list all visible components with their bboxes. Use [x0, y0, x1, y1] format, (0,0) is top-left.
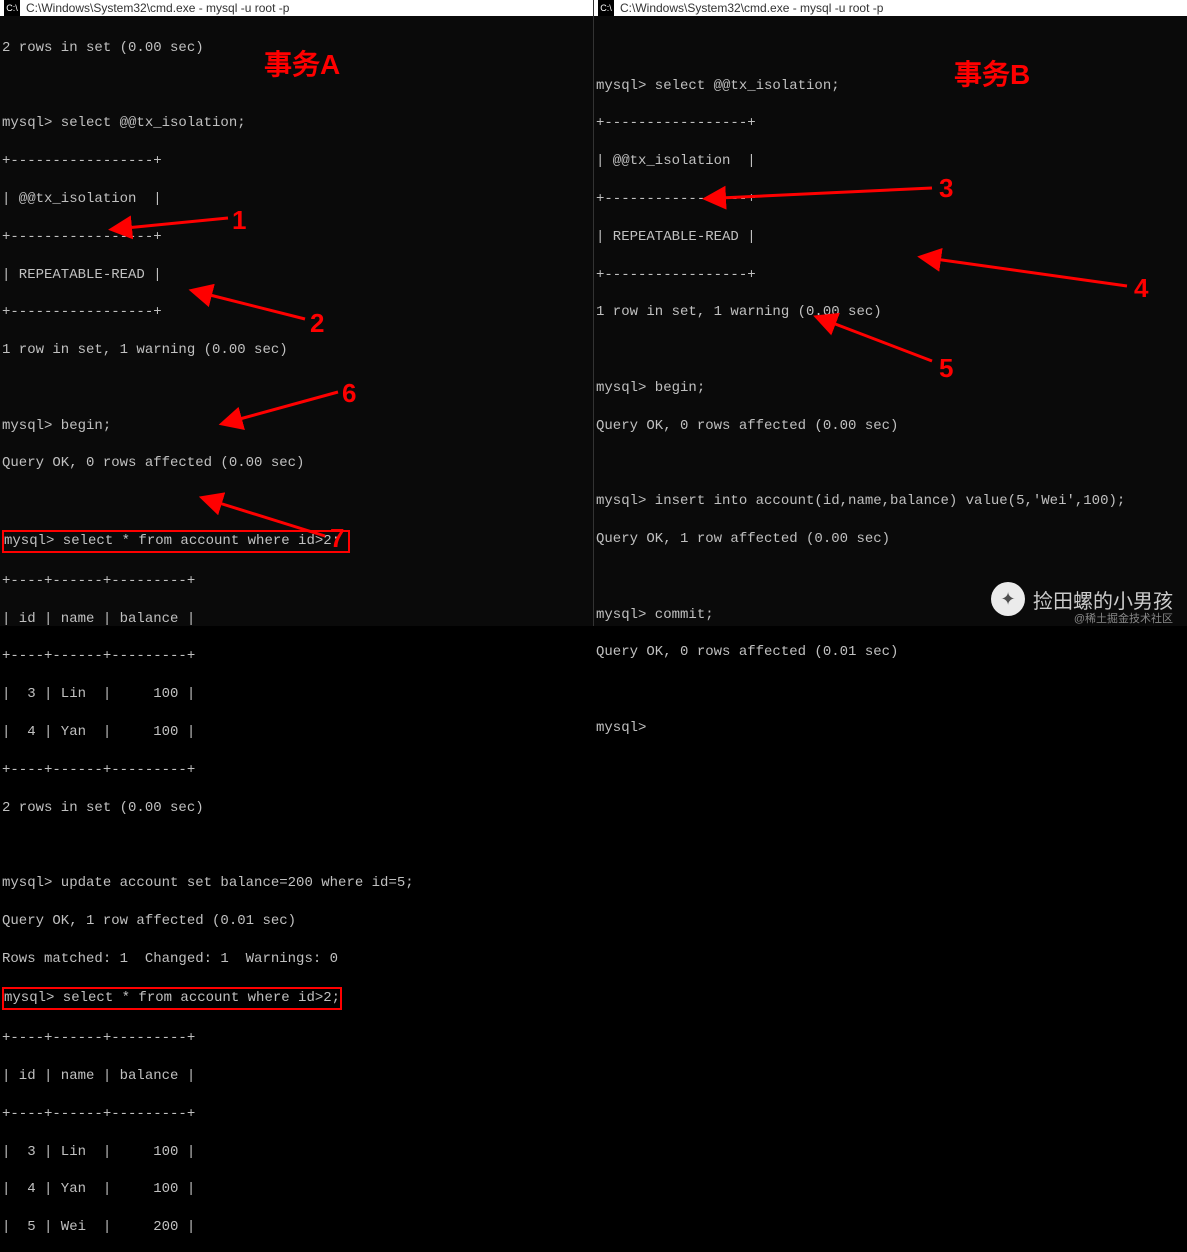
output-line: Query OK, 1 row affected (0.01 sec)	[2, 912, 591, 931]
output-line: | @@tx_isolation |	[596, 152, 1185, 171]
output-line	[596, 454, 1185, 473]
output-line: 2 rows in set (0.00 sec)	[2, 799, 591, 818]
output-line: +-----------------+	[2, 303, 591, 322]
highlighted-query-2: mysql> select * from account where id>2;	[2, 987, 342, 1010]
prompt: mysql>	[596, 719, 1185, 738]
output-line: Query OK, 0 rows affected (0.01 sec)	[596, 643, 1185, 662]
output-line: +----+------+---------+	[2, 572, 591, 591]
terminal-left: C:\ C:\Windows\System32\cmd.exe - mysql …	[0, 0, 594, 626]
titlebar-text: C:\Windows\System32\cmd.exe - mysql -u r…	[620, 1, 883, 15]
output-line: +-----------------+	[596, 190, 1185, 209]
highlighted-query-1: mysql> select * from account where id>2;	[2, 530, 350, 553]
output-line: Query OK, 0 rows affected (0.00 sec)	[2, 454, 591, 473]
output-line: | REPEATABLE-READ |	[2, 266, 591, 285]
titlebar-right[interactable]: C:\ C:\Windows\System32\cmd.exe - mysql …	[594, 0, 1187, 16]
table-header: | id | name | balance |	[2, 1067, 591, 1086]
terminal-body-left[interactable]: 2 rows in set (0.00 sec) mysql> select @…	[0, 16, 593, 1252]
output-line: +-----------------+	[596, 266, 1185, 285]
output-line	[2, 492, 591, 511]
output-line: +----+------+---------+	[2, 761, 591, 780]
output-line	[2, 77, 591, 96]
output-line	[596, 39, 1185, 58]
query-line: mysql> select @@tx_isolation;	[2, 114, 591, 133]
output-line: 2 rows in set (0.00 sec)	[2, 39, 591, 58]
table-row: | 3 | Lin | 100 |	[2, 1143, 591, 1162]
output-line: | @@tx_isolation |	[2, 190, 591, 209]
table-row: | 3 | Lin | 100 |	[2, 685, 591, 704]
output-line	[596, 341, 1185, 360]
output-line	[2, 836, 591, 855]
query-line: mysql> begin;	[2, 417, 591, 436]
output-line: +-----------------+	[2, 228, 591, 247]
output-line	[2, 379, 591, 398]
output-line: | REPEATABLE-READ |	[596, 228, 1185, 247]
output-line	[596, 681, 1185, 700]
query-line: mysql> insert into account(id,name,balan…	[596, 492, 1185, 511]
titlebar-text: C:\Windows\System32\cmd.exe - mysql -u r…	[26, 1, 289, 15]
output-line	[596, 568, 1185, 587]
output-line: +----+------+---------+	[2, 1105, 591, 1124]
output-line: Rows matched: 1 Changed: 1 Warnings: 0	[2, 950, 591, 969]
query-line: mysql> update account set balance=200 wh…	[2, 874, 591, 893]
output-line: +-----------------+	[2, 152, 591, 171]
table-row: | 4 | Yan | 100 |	[2, 723, 591, 742]
output-line: Query OK, 0 rows affected (0.00 sec)	[596, 417, 1185, 436]
query-line: mysql> select @@tx_isolation;	[596, 77, 1185, 96]
table-row: | 4 | Yan | 100 |	[2, 1180, 591, 1199]
query-line: mysql> begin;	[596, 379, 1185, 398]
output-line: 1 row in set, 1 warning (0.00 sec)	[2, 341, 591, 360]
terminal-body-right[interactable]: mysql> select @@tx_isolation; +---------…	[594, 16, 1187, 969]
cmd-icon: C:\	[598, 0, 614, 16]
output-line: +-----------------+	[596, 114, 1185, 133]
output-line: 1 row in set, 1 warning (0.00 sec)	[596, 303, 1185, 322]
cmd-icon: C:\	[4, 0, 20, 16]
terminal-right: C:\ C:\Windows\System32\cmd.exe - mysql …	[594, 0, 1187, 626]
titlebar-left[interactable]: C:\ C:\Windows\System32\cmd.exe - mysql …	[0, 0, 593, 16]
table-row: | 5 | Wei | 200 |	[2, 1218, 591, 1237]
output-line: Query OK, 1 row affected (0.00 sec)	[596, 530, 1185, 549]
output-line: +----+------+---------+	[2, 647, 591, 666]
query-line: mysql> commit;	[596, 606, 1185, 625]
output-line: +----+------+---------+	[2, 1029, 591, 1048]
